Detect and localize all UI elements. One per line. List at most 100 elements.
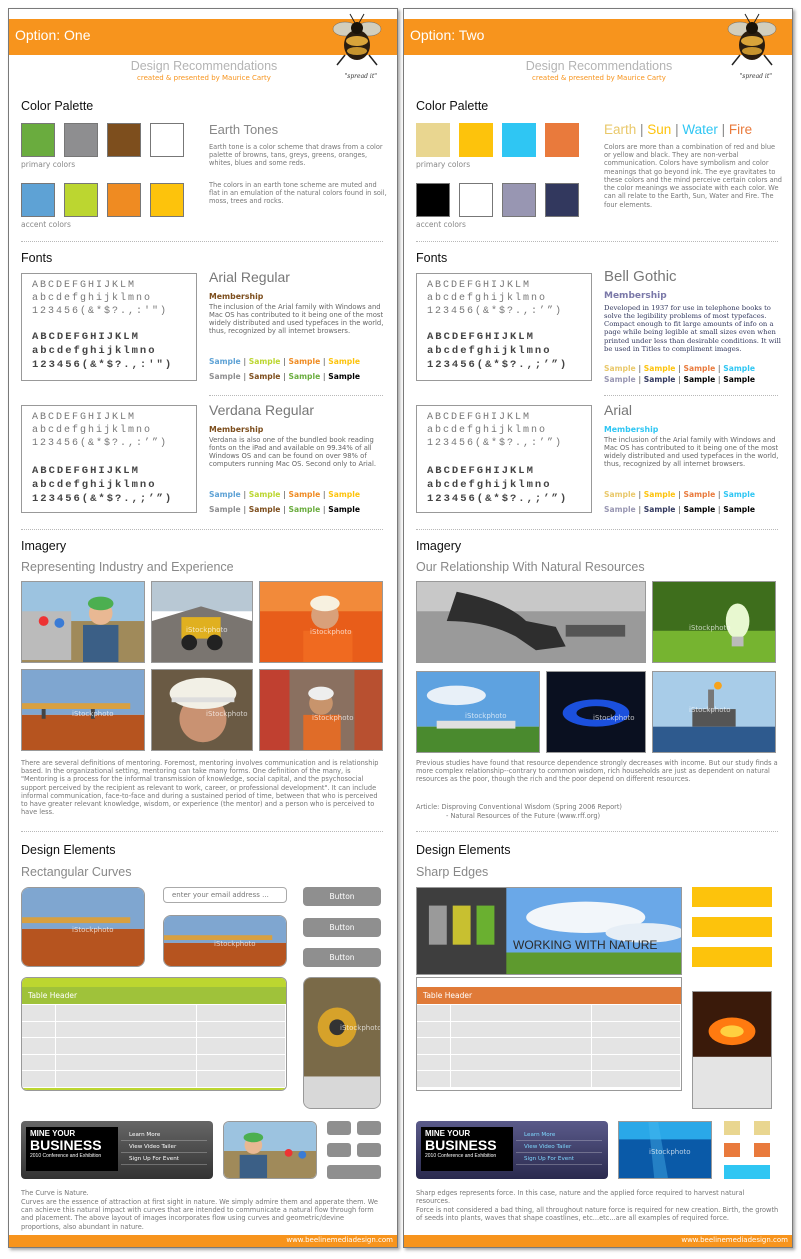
footer-url[interactable]: www.beelinemediadesign.com — [681, 1236, 788, 1244]
section-imagery: Imagery — [21, 539, 67, 553]
divider — [604, 395, 778, 396]
photo-mining-conveyor: iStockphoto — [21, 669, 145, 751]
membership-heading: Membership — [604, 425, 659, 434]
font-nums-bold: 123456(&*$?.,:'") — [32, 359, 174, 371]
learn-more-link[interactable]: Learn More — [516, 1129, 602, 1141]
font-sample-box-verdana: ABCDEFGHIJKLM abcdefghijklmno 123456(&*$… — [21, 405, 197, 513]
swatch-brown — [107, 123, 141, 157]
rounded-image-large: iStockphoto — [21, 887, 145, 967]
photo-workers-small — [223, 1121, 317, 1179]
sep: | — [280, 505, 289, 514]
table-row — [22, 1004, 286, 1021]
tan-square — [754, 1121, 770, 1135]
watermark: iStockphoto — [593, 714, 635, 722]
small-button[interactable] — [327, 1143, 351, 1157]
font-lower: abcdefghijklmno — [427, 425, 548, 436]
sample-row: Sample | Sample | Sample | Sample — [209, 372, 360, 381]
sign-up-link[interactable]: Sign Up For Event — [516, 1153, 602, 1165]
elements-text-1: Sharp edges represents force. In this ca… — [416, 1189, 745, 1206]
view-video-link[interactable]: View Video Tailer — [516, 1141, 602, 1153]
sample-word: Sample — [328, 372, 360, 381]
view-video-link[interactable]: View Video Tailer — [121, 1141, 207, 1153]
sample-word: Sample — [723, 364, 755, 373]
font-sample-box-arial: ABCDEFGHIJKLM abcdefghijklmno 123456(&*$… — [416, 405, 592, 513]
sample-row: Sample | Sample | Sample | Sample — [604, 505, 755, 514]
table-row — [22, 1053, 286, 1070]
font-lower-bold: abcdefghijklmno — [32, 345, 157, 357]
font-name-arial: Arial — [604, 402, 633, 418]
sep: | — [280, 357, 289, 366]
watermark: iStockphoto — [312, 714, 354, 722]
swatch-white — [459, 183, 493, 217]
table-row — [417, 1004, 681, 1021]
button-3[interactable]: Button — [303, 948, 381, 967]
design-title: Design Recommendations — [525, 59, 673, 73]
swatch-orange — [107, 183, 141, 217]
font-lower: abcdefghijklmno — [32, 425, 153, 436]
divider — [209, 395, 383, 396]
sample-word: Sample — [604, 490, 636, 499]
button-2[interactable]: Button — [303, 918, 381, 937]
sep: | — [240, 490, 249, 499]
sample-word: Sample — [248, 357, 281, 366]
table-row — [22, 1020, 286, 1037]
sample-word: Sample — [209, 505, 241, 514]
mine-your-business-banner[interactable]: MINE YOUR BUSINESS 2010 Conference and E… — [416, 1121, 608, 1179]
sample-word: Sample — [643, 490, 676, 499]
sample-word: Sample — [288, 505, 321, 514]
small-button[interactable] — [357, 1121, 381, 1135]
sign-up-link[interactable]: Sign Up For Event — [121, 1153, 207, 1165]
watermark: iStockphoto — [689, 624, 731, 632]
table-row — [22, 1037, 286, 1054]
membership-heading: Membership — [604, 291, 667, 301]
small-button-wide[interactable] — [327, 1165, 381, 1179]
font-upper: ABCDEFGHIJKLM — [427, 412, 532, 423]
membership-heading: Membership — [209, 425, 264, 434]
sample-word: Sample — [209, 357, 241, 366]
blue-bar — [724, 1165, 770, 1179]
accent-colors-label: accent colors — [21, 220, 71, 229]
palette-names: Earth | Sun | Water | Fire — [604, 122, 752, 137]
option-two-panel: Option: Two "spread it" Design Recommend… — [403, 8, 793, 1248]
photo-lightbulb-grass: iStockphoto — [652, 581, 776, 663]
mine-your-business-banner[interactable]: MINE YOUR BUSINESS 2010 Conference and E… — [21, 1121, 213, 1179]
font-upper: ABCDEFGHIJKLM — [32, 412, 137, 423]
learn-more-link[interactable]: Learn More — [121, 1129, 207, 1141]
swatch-lavender — [502, 183, 536, 217]
footer-bar: www.beelinemediadesign.com — [9, 1235, 397, 1247]
banner-logo: MINE YOUR BUSINESS 2010 Conference and E… — [421, 1127, 513, 1171]
sample-word: Sample — [288, 372, 321, 381]
option-title: Option: Two — [410, 27, 485, 43]
divider — [416, 529, 778, 530]
swatch-fire — [545, 123, 579, 157]
button-1[interactable]: Button — [303, 887, 381, 906]
footer-url[interactable]: www.beelinemediadesign.com — [286, 1236, 393, 1244]
font-nums: 123456(&*$?.,:’”) — [427, 438, 564, 449]
font-desc-bell-gothic: Developed in 1937 for use in telephone b… — [604, 304, 781, 353]
font-lower-bold: abcdefghijklmno — [32, 479, 157, 491]
design-subtitle: created & presented by Maurice Carty — [532, 74, 666, 82]
watermark: iStockphoto — [72, 926, 114, 934]
swatch-water — [502, 123, 536, 157]
sep: | — [675, 505, 684, 514]
watermark: iStockphoto — [206, 710, 248, 718]
sample-row: Sample | Sample | Sample | Sample — [209, 357, 360, 366]
sep: | — [635, 364, 644, 373]
sample-row: Sample | Sample | Sample | Sample — [209, 490, 360, 499]
photo-molten-metal — [692, 991, 772, 1109]
palette-sun: Sun — [647, 122, 672, 137]
sample-word: Sample — [604, 364, 636, 373]
small-button[interactable] — [357, 1143, 381, 1157]
font-lower-bold: abcdefghijklmno — [427, 479, 552, 491]
table-sharp: Table Header — [416, 977, 682, 1091]
footer-bar: www.beelinemediadesign.com — [404, 1235, 792, 1247]
option-one-panel: Option: One "spread it" Design Recommend… — [8, 8, 398, 1248]
small-button[interactable] — [327, 1121, 351, 1135]
imagery-text: Previous studies have found that resourc… — [416, 759, 778, 784]
swatch-white — [150, 123, 184, 157]
sample-word: Sample — [683, 490, 716, 499]
swatch-lime — [64, 183, 98, 217]
email-input[interactable]: enter your email address ... — [163, 887, 287, 903]
palette-text-2: The colors in an earth tone scheme are m… — [209, 181, 387, 206]
watermark: iStockphoto — [649, 1148, 691, 1156]
